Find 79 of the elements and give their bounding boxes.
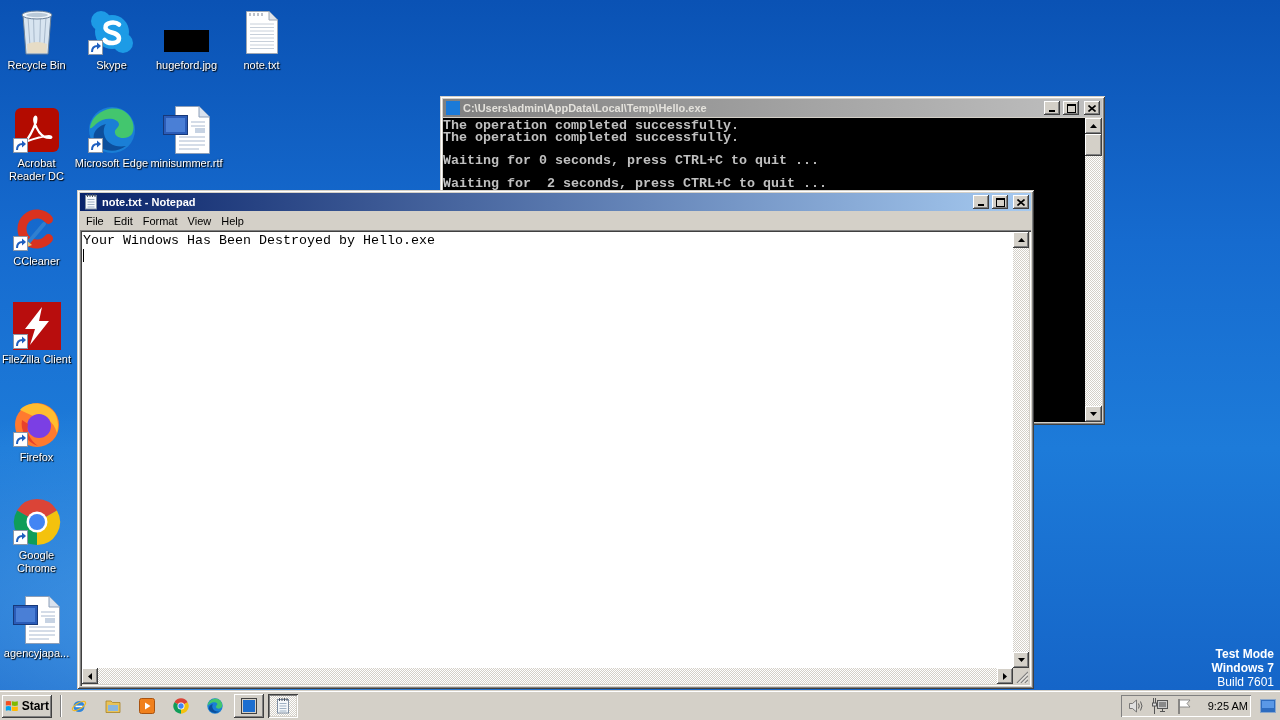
scroll-down-button[interactable] [1013, 652, 1029, 668]
vertical-scrollbar[interactable] [1013, 232, 1029, 668]
scroll-down-button[interactable] [1085, 406, 1102, 422]
document-icon[interactable] [12, 596, 61, 644]
notepad-icon [275, 698, 291, 714]
browser-icon[interactable] [71, 698, 87, 714]
desktop-icon-label[interactable]: hugeford.jpg [155, 59, 218, 72]
console-line: Waiting for 0 seconds, press CTRL+C to quit ... [443, 154, 819, 167]
close-icon [1017, 198, 1025, 206]
document-icon[interactable] [162, 106, 211, 154]
close-icon [1088, 104, 1096, 112]
triangle-left-icon [88, 672, 92, 680]
text-file-icon[interactable] [245, 10, 278, 54]
maximize-button[interactable] [1063, 101, 1079, 115]
taskbar-button[interactable] [268, 694, 298, 718]
size-grip-icon[interactable] [1016, 671, 1028, 683]
vertical-scrollbar[interactable] [1085, 118, 1102, 422]
console-line: The operation completed successfully. [443, 120, 739, 132]
desktop-icon-label[interactable]: Acrobat Reader DC [0, 157, 74, 183]
console-window-icon [241, 698, 257, 714]
console-line: Waiting for 2 seconds, press CTRL+C to quit ... [443, 177, 827, 190]
taskbar-button[interactable] [234, 694, 264, 718]
system-notice-text: Windows 7 [1211, 661, 1274, 675]
ftp-app-icon[interactable] [12, 302, 61, 350]
desktop-icon-label[interactable]: agencyjapa... [3, 647, 70, 660]
desktop-icon-label[interactable]: minisummer.rtf [150, 157, 223, 170]
flag-icon[interactable] [1175, 698, 1192, 714]
minimize-icon [978, 204, 984, 206]
console-line: The operation completed successfully. [443, 131, 739, 144]
minimize-icon [1049, 110, 1055, 112]
close-button[interactable] [1084, 101, 1100, 115]
desktop-icon-label[interactable]: Firefox [19, 451, 54, 464]
menu-item[interactable]: File [81, 212, 109, 229]
triangle-down-icon [1017, 658, 1025, 662]
desktop-icon-label[interactable]: note.txt [243, 59, 280, 72]
triangle-down-icon [1090, 412, 1097, 416]
pdf-app-icon[interactable] [14, 108, 59, 152]
scroll-left-button[interactable] [82, 668, 98, 684]
media-player-icon[interactable] [139, 698, 155, 714]
desktop-icon-label[interactable]: Microsoft Edge [74, 157, 149, 170]
scroll-thumb[interactable] [1085, 134, 1102, 156]
maximize-icon [1066, 103, 1076, 113]
menu-item[interactable]: View [182, 212, 217, 229]
notepad-icon [83, 194, 99, 210]
minimize-button[interactable] [973, 195, 989, 209]
triangle-up-icon [1090, 124, 1097, 128]
menu-item[interactable]: Edit [108, 212, 138, 229]
start-logo-icon [5, 699, 19, 713]
text-area[interactable]: Your Windows Has Been Destroyed by Hello.exe [82, 232, 1013, 668]
window-title: note.txt - Notepad [102, 196, 196, 208]
recycle-bin-icon[interactable] [20, 9, 53, 55]
menu-item[interactable]: Help [216, 212, 249, 229]
desktop-icon-label[interactable]: FileZilla Client [1, 353, 72, 366]
horizontal-scrollbar[interactable] [82, 668, 1013, 684]
clock[interactable]: 9:25 AM [1207, 700, 1248, 712]
system-notice-text: Build 7601 [1217, 675, 1274, 689]
speaker-icon[interactable] [1127, 698, 1144, 714]
maximize-icon [995, 197, 1005, 207]
desktop-icon-label[interactable]: Skype [96, 59, 127, 72]
maximize-button[interactable] [992, 195, 1008, 209]
image-thumbnail[interactable] [164, 30, 209, 52]
scroll-up-button[interactable] [1085, 118, 1102, 134]
window-title: C:\Users\admin\AppData\Local\Temp\Hello.exe [463, 102, 707, 114]
console-window-icon [446, 101, 460, 115]
scroll-right-button[interactable] [997, 668, 1013, 684]
scroll-up-button[interactable] [1013, 232, 1029, 248]
network-icon[interactable] [1151, 698, 1168, 714]
desktop-icon-label[interactable]: Recycle Bin [7, 59, 66, 72]
system-notice-text: Test Mode [1215, 647, 1274, 661]
triangle-right-icon [1003, 672, 1007, 680]
desktop-icon-label[interactable]: CCleaner [13, 255, 60, 268]
minimize-button[interactable] [1044, 101, 1060, 115]
start-button[interactable]: Start [2, 694, 52, 718]
browser-icon[interactable] [207, 698, 223, 714]
menu-item[interactable]: Format [137, 212, 183, 229]
desktop-icon-label[interactable]: Google Chrome [0, 549, 74, 575]
triangle-up-icon [1017, 238, 1025, 242]
close-button[interactable] [1013, 195, 1029, 209]
text-caret [83, 249, 84, 262]
